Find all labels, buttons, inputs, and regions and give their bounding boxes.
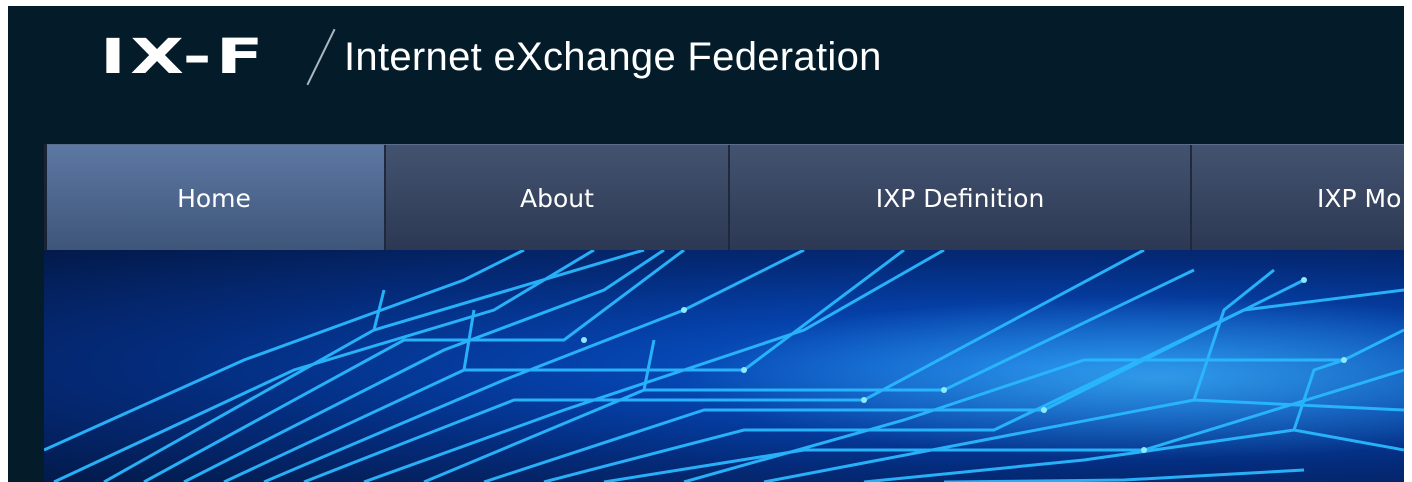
site-logo[interactable]: IX-F Internet eXchange Federation — [100, 24, 882, 90]
nav-item-home[interactable]: Home — [44, 145, 386, 251]
nav-item-label: About — [520, 183, 594, 213]
nav-item-label: IXP Definition — [875, 183, 1045, 213]
banner-glow — [44, 250, 1404, 482]
hero-banner — [44, 250, 1404, 482]
nav-item-about[interactable]: About — [386, 145, 730, 251]
main-nav: Home About IXP Definition IXP Mo — [44, 144, 1404, 251]
site-frame: IX-F Internet eXchange Federation Home A… — [8, 6, 1404, 482]
page: IX-F Internet eXchange Federation Home A… — [0, 0, 1412, 482]
site-name: Internet eXchange Federation — [344, 34, 882, 79]
nav-item-ixp-definition[interactable]: IXP Definition — [730, 145, 1192, 251]
nav-item-ixp-more[interactable]: IXP Mo — [1192, 145, 1404, 251]
logo-mark: IX-F — [100, 29, 268, 85]
circuit-lines-graphic — [44, 250, 1404, 482]
nav-item-label: Home — [177, 183, 251, 213]
nav-left-edge — [44, 144, 47, 250]
site-header: IX-F Internet eXchange Federation — [8, 6, 1404, 144]
nav-item-label: IXP Mo — [1317, 183, 1402, 213]
